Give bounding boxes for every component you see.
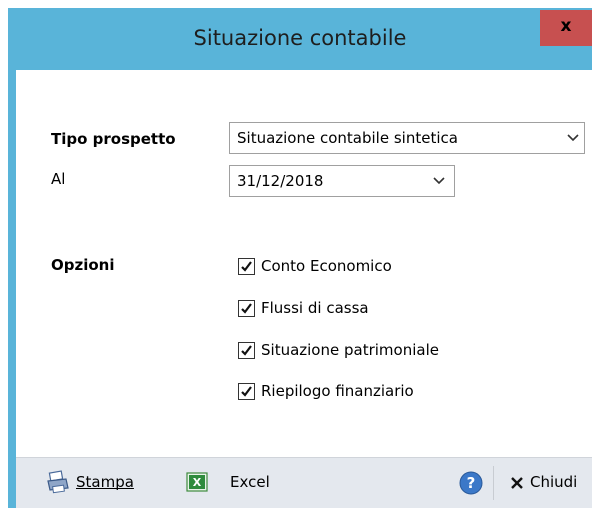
close-button[interactable]: x	[540, 10, 592, 46]
checkbox[interactable]	[238, 342, 255, 359]
date-select[interactable]: 31/12/2018	[229, 165, 455, 197]
dialog-body: Tipo prospetto Situazione contabile sint…	[16, 70, 592, 457]
chevron-down-icon	[433, 177, 445, 185]
checkmark-icon	[241, 345, 252, 356]
checkmark-icon	[241, 303, 252, 314]
svg-text:X: X	[193, 476, 202, 489]
x-icon	[511, 477, 523, 489]
dialog-window: Situazione contabile x Tipo prospetto Si…	[8, 8, 592, 508]
tipo-prospetto-select[interactable]: Situazione contabile sintetica	[229, 122, 585, 154]
title-bar[interactable]: Situazione contabile x	[8, 8, 592, 70]
svg-text:?: ?	[467, 474, 476, 492]
option-label: Situazione patrimoniale	[261, 341, 439, 359]
window-title: Situazione contabile	[193, 26, 407, 50]
date-value: 31/12/2018	[237, 172, 324, 190]
stampa-label: Stampa	[76, 473, 134, 491]
option-label: Conto Economico	[261, 257, 392, 275]
checkbox[interactable]	[238, 300, 255, 317]
help-icon[interactable]: ?	[459, 471, 483, 495]
printer-icon	[47, 470, 69, 494]
tipo-prospetto-value: Situazione contabile sintetica	[237, 129, 458, 147]
option-label: Flussi di cassa	[261, 299, 369, 317]
option-label: Riepilogo finanziario	[261, 382, 414, 400]
chiudi-label: Chiudi	[530, 473, 578, 491]
checkmark-icon	[241, 261, 252, 272]
checkmark-icon	[241, 386, 252, 397]
excel-label: Excel	[230, 473, 270, 491]
tipo-prospetto-label: Tipo prospetto	[51, 130, 176, 148]
bottom-toolbar: Stampa X Excel ? Chiudi	[16, 457, 592, 508]
chevron-down-icon	[567, 134, 579, 142]
chiudi-button[interactable]: Chiudi	[508, 470, 590, 496]
toolbar-separator	[493, 466, 494, 500]
stampa-button[interactable]: Stampa	[46, 470, 156, 496]
opzioni-label: Opzioni	[51, 256, 115, 274]
al-label: Al	[51, 170, 66, 188]
excel-button[interactable]: X Excel	[186, 470, 276, 496]
checkbox[interactable]	[238, 258, 255, 275]
checkbox[interactable]	[238, 383, 255, 400]
excel-icon: X	[186, 472, 208, 492]
